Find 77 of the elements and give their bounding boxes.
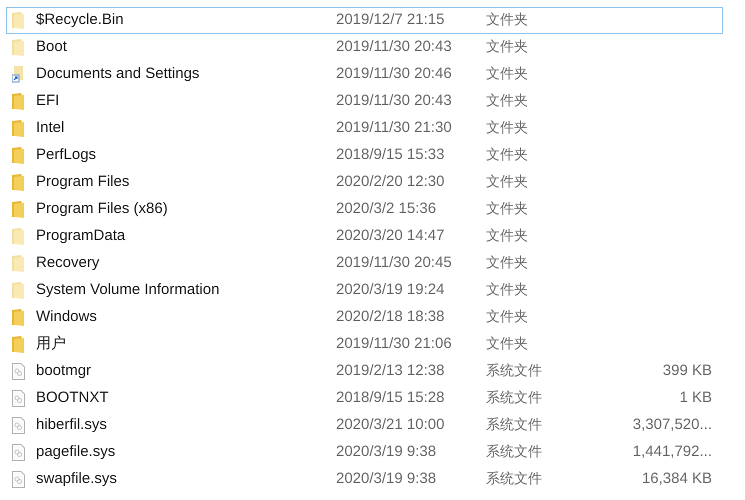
file-name: 用户 bbox=[35, 334, 67, 354]
file-type: 文件夹 bbox=[486, 254, 529, 273]
file-type: 文件夹 bbox=[486, 11, 529, 30]
file-type: 文件夹 bbox=[486, 173, 529, 192]
modified-date: 2018/9/15 15:33 bbox=[336, 145, 446, 166]
file-row[interactable]: Windows 2020/2/18 18:38 文件夹 bbox=[6, 304, 723, 331]
file-row[interactable]: Program Files (x86) 2020/3/2 15:36 文件夹 bbox=[6, 196, 723, 223]
file-type: 系统文件 bbox=[486, 443, 543, 462]
modified-date: 2019/11/30 20:46 bbox=[336, 64, 453, 84]
modified-date: 2020/3/2 15:36 bbox=[336, 199, 438, 220]
file-row[interactable]: swapfile.sys 2020/3/19 9:38 系统文件 16,384 KB bbox=[6, 466, 723, 493]
file-name: BOOTNXT bbox=[35, 388, 110, 408]
file-row[interactable]: pagefile.sys 2020/3/19 9:38 系统文件 1,441,792... bbox=[6, 439, 723, 466]
file-row[interactable]: PerfLogs 2018/9/15 15:33 文件夹 bbox=[6, 142, 723, 169]
file-type: 文件夹 bbox=[486, 146, 529, 165]
file-size: 16,384 KB bbox=[640, 469, 712, 490]
file-name: Documents and Settings bbox=[35, 64, 200, 84]
file-size: 1 KB bbox=[678, 388, 712, 408]
file-name: pagefile.sys bbox=[35, 442, 116, 462]
file-name: PerfLogs bbox=[35, 145, 98, 166]
file-row[interactable]: Recovery 2019/11/30 20:45 文件夹 bbox=[6, 250, 723, 277]
file-type: 系统文件 bbox=[486, 362, 543, 381]
file-type: 文件夹 bbox=[486, 200, 529, 219]
file-name: Intel bbox=[35, 118, 66, 138]
modified-date: 2020/2/18 18:38 bbox=[336, 307, 446, 328]
file-row[interactable]: Program Files 2020/2/20 12:30 文件夹 bbox=[6, 169, 723, 196]
modified-date: 2020/3/19 9:38 bbox=[336, 469, 438, 490]
file-row[interactable]: $Recycle.Bin 2019/12/7 21:15 文件夹 bbox=[6, 7, 723, 34]
file-name: $Recycle.Bin bbox=[35, 10, 125, 30]
file-row[interactable]: bootmgr 2019/2/13 12:38 系统文件 399 KB bbox=[6, 358, 723, 385]
modified-date: 2019/11/30 21:30 bbox=[336, 118, 453, 138]
file-row[interactable]: BOOTNXT 2018/9/15 15:28 系统文件 1 KB bbox=[6, 385, 723, 412]
modified-date: 2020/2/20 12:30 bbox=[336, 172, 446, 192]
file-name: bootmgr bbox=[35, 361, 92, 382]
file-type: 系统文件 bbox=[486, 389, 543, 408]
modified-date: 2019/11/30 21:06 bbox=[336, 334, 453, 354]
file-size: 3,307,520... bbox=[632, 415, 712, 436]
file-name: Recovery bbox=[35, 253, 100, 274]
modified-date: 2018/9/15 15:28 bbox=[336, 388, 446, 408]
file-name: hiberfil.sys bbox=[35, 415, 108, 436]
file-type: 文件夹 bbox=[486, 335, 529, 354]
file-size: 1,441,792... bbox=[632, 442, 712, 462]
file-row[interactable]: Boot 2019/11/30 20:43 文件夹 bbox=[6, 34, 723, 61]
modified-date: 2019/12/7 21:15 bbox=[336, 10, 446, 30]
modified-date: 2019/11/30 20:43 bbox=[336, 37, 453, 58]
file-type: 系统文件 bbox=[486, 416, 543, 435]
file-type: 系统文件 bbox=[486, 470, 543, 489]
modified-date: 2020/3/20 14:47 bbox=[336, 226, 446, 246]
file-type: 文件夹 bbox=[486, 227, 529, 246]
file-type: 文件夹 bbox=[486, 65, 529, 84]
file-name: EFI bbox=[35, 91, 60, 112]
file-name: Windows bbox=[35, 307, 98, 328]
file-type: 文件夹 bbox=[486, 308, 529, 327]
modified-date: 2019/2/13 12:38 bbox=[336, 361, 446, 382]
file-name: Program Files (x86) bbox=[35, 199, 169, 220]
file-name: swapfile.sys bbox=[35, 469, 118, 490]
file-name: System Volume Information bbox=[35, 280, 220, 300]
modified-date: 2020/3/19 9:38 bbox=[336, 442, 438, 462]
file-name: ProgramData bbox=[35, 226, 126, 246]
file-row[interactable]: EFI 2019/11/30 20:43 文件夹 bbox=[6, 88, 723, 115]
file-type: 文件夹 bbox=[486, 92, 529, 111]
file-row[interactable]: ProgramData 2020/3/20 14:47 文件夹 bbox=[6, 223, 723, 250]
file-type: 文件夹 bbox=[486, 281, 529, 300]
file-name: Program Files bbox=[35, 172, 130, 192]
file-size: 399 KB bbox=[662, 361, 712, 382]
modified-date: 2020/3/21 10:00 bbox=[336, 415, 446, 436]
file-type: 文件夹 bbox=[486, 38, 529, 57]
modified-date: 2019/11/30 20:45 bbox=[336, 253, 453, 274]
file-row[interactable]: Documents and Settings 2019/11/30 20:46 文件夹 bbox=[6, 61, 723, 88]
modified-date: 2020/3/19 19:24 bbox=[336, 280, 446, 300]
file-row[interactable]: 用户 2019/11/30 21:06 文件夹 bbox=[6, 331, 723, 358]
file-type: 文件夹 bbox=[486, 119, 529, 138]
modified-date: 2019/11/30 20:43 bbox=[336, 91, 453, 112]
file-row[interactable]: Intel 2019/11/30 21:30 文件夹 bbox=[6, 115, 723, 142]
file-row[interactable]: hiberfil.sys 2020/3/21 10:00 系统文件 3,307,520... bbox=[6, 412, 723, 439]
file-name: Boot bbox=[35, 37, 68, 58]
file-row[interactable]: System Volume Information 2020/3/19 19:24 文件夹 bbox=[6, 277, 723, 304]
